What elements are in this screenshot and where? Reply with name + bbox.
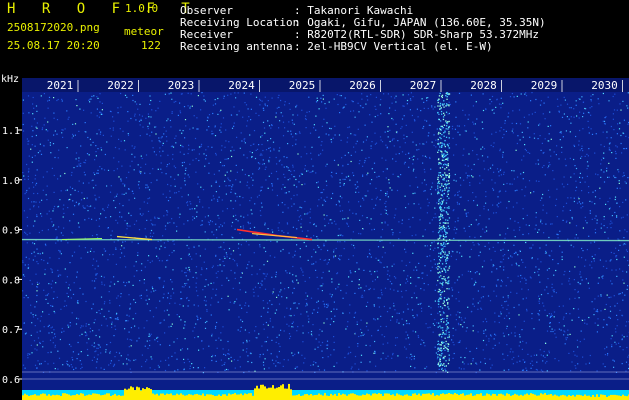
info-value-antenna: : 2el-HB9CV Vertical (el. E-W) xyxy=(294,40,493,53)
x-tick-label: 2028 xyxy=(470,79,497,92)
x-tick-label: 2026 xyxy=(349,79,376,92)
y-tick-label: 0.9 xyxy=(2,226,20,237)
file-datetime: 25.08.17 20:20 xyxy=(7,39,100,52)
carrier-line xyxy=(22,238,629,242)
y-tick-label: 0.8 xyxy=(2,275,20,286)
y-tick-label: 0.6 xyxy=(2,375,20,386)
x-tick-label: 2024 xyxy=(228,79,255,92)
meteor-echo xyxy=(251,232,298,239)
x-tick-label: 2025 xyxy=(289,79,316,92)
app-version: 1.0.0 xyxy=(125,2,159,15)
x-tick-label: 2021 xyxy=(47,79,74,92)
info-key-antenna: Receiving antenna xyxy=(180,40,293,53)
y-tick-label: 1.1 xyxy=(2,126,20,137)
file-name: 2508172020.png xyxy=(7,21,100,34)
frequency-axis: 1.1 1.0 0.9 0.8 0.7 0.6 xyxy=(2,126,22,386)
x-tick-label: 2027 xyxy=(410,79,437,92)
meteor-label: meteor xyxy=(124,25,164,38)
meteor-count: 122 xyxy=(141,39,161,52)
x-tick-label: 2030 xyxy=(591,79,618,92)
signal-level-bar xyxy=(22,383,629,400)
y-tick-label: 0.7 xyxy=(2,325,20,336)
noise-field xyxy=(22,92,629,374)
app-logo: H R O F F T xyxy=(7,1,199,17)
meteor-echo xyxy=(236,228,313,241)
spectrogram: 2021 2022 2023 2024 2025 2026 2027 2028 2029 2030 xyxy=(22,78,629,400)
x-tick-label: 2029 xyxy=(531,79,558,92)
x-tick-label: 2023 xyxy=(168,79,195,92)
x-tick-label: 2022 xyxy=(107,79,134,92)
header-panel: H R O F F T 1.0.0 2508172020.png meteor … xyxy=(0,0,629,85)
y-tick-label: 1.0 xyxy=(2,176,20,187)
